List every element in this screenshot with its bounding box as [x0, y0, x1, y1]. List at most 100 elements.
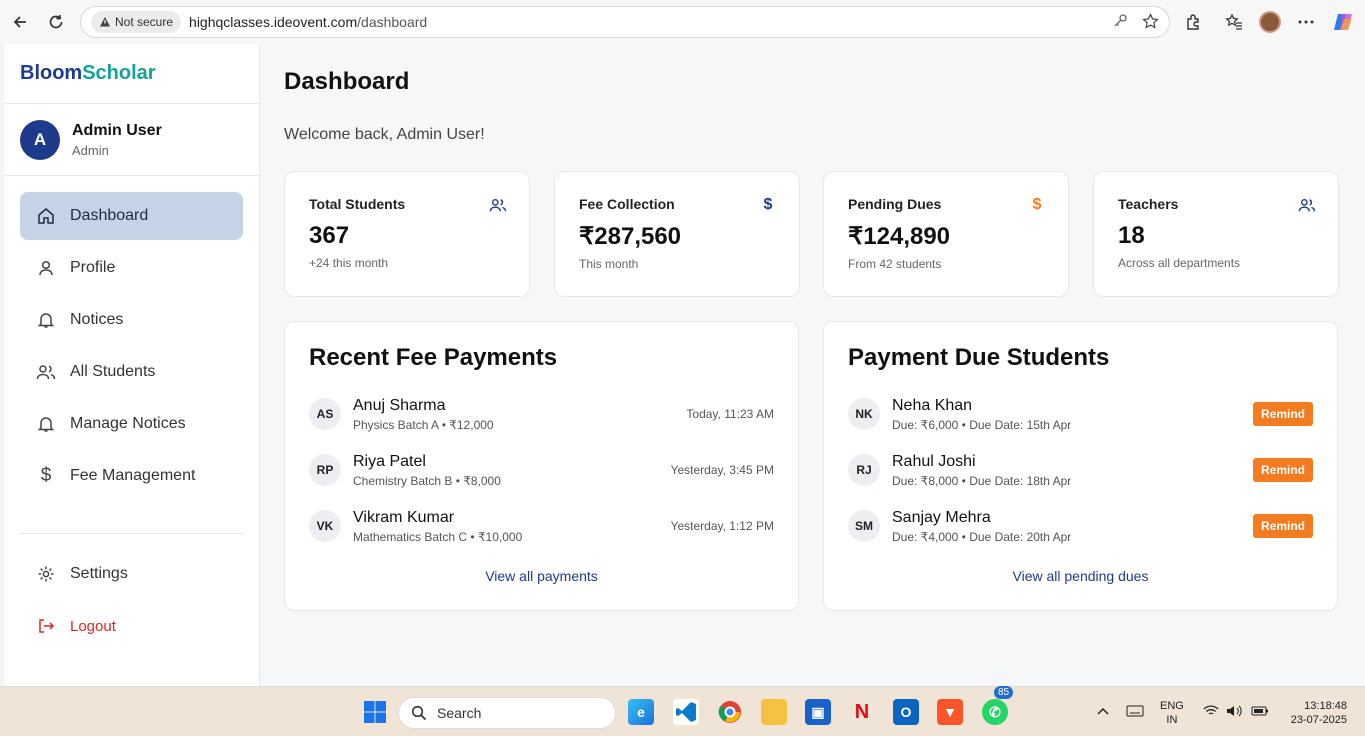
avatar: RJ — [848, 454, 880, 486]
logout-label: Logout — [70, 617, 116, 635]
outlook-icon[interactable]: O — [893, 699, 919, 725]
list-item[interactable]: AS Anuj Sharma Physics Batch A • ₹12,000 … — [309, 394, 774, 434]
logout-button[interactable]: Logout — [20, 602, 243, 650]
battery-icon[interactable] — [1251, 705, 1269, 721]
sidebar-item-fee-management[interactable]: $ Fee Management — [20, 452, 243, 500]
keyboard-icon[interactable] — [1126, 705, 1144, 721]
payment-detail: Mathematics Batch C • ₹10,000 — [353, 529, 523, 544]
clock[interactable]: 13:18:48 23-07-2025 — [1283, 699, 1347, 727]
stat-label: Fee Collection — [579, 196, 675, 212]
back-button[interactable] — [6, 8, 34, 36]
dollar-icon: $ — [1032, 196, 1042, 213]
avatar: RP — [309, 454, 341, 486]
whatsapp-icon[interactable]: ✆ — [982, 699, 1008, 725]
language-indicator[interactable]: ENG IN — [1160, 699, 1184, 727]
student-name: Anuj Sharma — [353, 396, 446, 414]
refresh-button[interactable] — [42, 8, 70, 36]
sidebar-item-profile[interactable]: Profile — [20, 244, 243, 292]
stat-card-pending-dues: Pending Dues ₹124,890 From 42 students $ — [823, 171, 1069, 297]
sidebar-item-label: All Students — [70, 363, 156, 380]
favorites-icon[interactable] — [1223, 11, 1245, 33]
start-icon[interactable] — [362, 699, 388, 725]
list-item: RJ Rahul Joshi Due: ₹8,000 • Due Date: 18… — [848, 450, 1313, 490]
avatar: VK — [309, 510, 341, 542]
stat-sub: Across all departments — [1118, 256, 1241, 270]
payment-detail: Physics Batch A • ₹12,000 — [353, 417, 494, 432]
volume-icon[interactable] — [1226, 705, 1242, 721]
sidebar-bottom-nav: Settings Logout — [20, 550, 243, 654]
main-content: Dashboard Welcome back, Admin User! Tota… — [260, 44, 1365, 686]
app-shell: Bloom Scholar A Admin User Admin Dashboar… — [4, 44, 1365, 686]
payment-time: Today, 11:23 AM — [686, 407, 774, 421]
key-icon[interactable] — [1112, 13, 1128, 35]
view-all-payments-link[interactable]: View all payments — [285, 568, 798, 584]
extensions-icon[interactable] — [1182, 11, 1204, 33]
student-name: Rahul Joshi — [892, 452, 976, 470]
payment-due-panel: Payment Due Students NK Neha Khan Due: ₹6… — [823, 321, 1338, 611]
avatar: NK — [848, 398, 880, 430]
stat-card-total-students: Total Students 367 +24 this month — [284, 171, 530, 297]
vscode-icon[interactable] — [673, 699, 699, 725]
stat-label: Teachers — [1118, 196, 1179, 212]
taskbar-search[interactable]: Search — [398, 697, 616, 729]
taskbar: Search e ▣ N O ▼ ✆ 85 ENG IN 13:18:48 23… — [0, 686, 1365, 736]
stat-value: ₹287,560 — [579, 223, 682, 250]
list-item[interactable]: VK Vikram Kumar Mathematics Batch C • ₹10… — [309, 506, 774, 546]
sidebar-item-notices[interactable]: Notices — [20, 296, 243, 344]
stat-card-teachers: Teachers 18 Across all departments — [1093, 171, 1339, 297]
panel-title: Payment Due Students — [848, 344, 1110, 371]
brand-logo[interactable]: Bloom Scholar — [4, 44, 259, 104]
student-name: Neha Khan — [892, 396, 973, 414]
star-icon[interactable] — [1142, 13, 1159, 35]
sidebar-item-all-students[interactable]: All Students — [20, 348, 243, 396]
security-indicator[interactable]: Not secure — [91, 11, 182, 33]
list-item: NK Neha Khan Due: ₹6,000 • Due Date: 15th… — [848, 394, 1313, 434]
search-placeholder: Search — [437, 705, 482, 721]
user-icon — [36, 258, 56, 278]
chevron-up-icon[interactable] — [1097, 705, 1109, 719]
stat-label: Pending Dues — [848, 196, 942, 212]
edge-icon[interactable]: e — [628, 699, 654, 725]
panel-title: Recent Fee Payments — [309, 344, 558, 371]
user-card: A Admin User Admin — [4, 104, 259, 176]
sidebar-item-label: Manage Notices — [70, 415, 186, 432]
stat-sub: +24 this month — [309, 256, 389, 270]
avatar: AS — [309, 398, 341, 430]
view-all-dues-link[interactable]: View all pending dues — [824, 568, 1337, 584]
remind-button[interactable]: Remind — [1252, 458, 1313, 482]
browser-toolbar: Not secure highqclasses.ideovent.com/das… — [0, 0, 1365, 44]
wifi-icon[interactable] — [1203, 705, 1219, 721]
chrome-icon[interactable] — [717, 699, 743, 725]
profile-avatar-icon[interactable] — [1259, 11, 1281, 33]
remind-button[interactable]: Remind — [1252, 402, 1313, 426]
recent-payments-panel: Recent Fee Payments AS Anuj Sharma Physic… — [284, 321, 799, 611]
file-explorer-icon[interactable] — [761, 699, 787, 725]
address-bar[interactable]: Not secure highqclasses.ideovent.com/das… — [80, 6, 1170, 38]
student-name: Riya Patel — [353, 452, 426, 470]
store-icon[interactable]: ▣ — [805, 699, 831, 725]
sidebar-nav: Dashboard Profile Notices All Students M… — [4, 176, 259, 500]
users-icon — [1298, 196, 1316, 214]
sidebar-item-label: Notices — [70, 311, 124, 328]
more-icon[interactable] — [1295, 11, 1317, 33]
search-icon — [411, 705, 427, 721]
sidebar-item-dashboard[interactable]: Dashboard — [20, 192, 243, 240]
whatsapp-badge: 85 — [994, 686, 1014, 699]
list-item: SM Sanjay Mehra Due: ₹4,000 • Due Date: 2… — [848, 506, 1313, 546]
sidebar: Bloom Scholar A Admin User Admin Dashboar… — [4, 44, 260, 686]
sidebar-item-label: Dashboard — [70, 207, 149, 224]
home-icon — [36, 206, 56, 226]
due-detail: Due: ₹4,000 • Due Date: 20th Apr — [892, 529, 1072, 544]
gear-icon — [36, 564, 56, 584]
stat-sub: From 42 students — [848, 257, 942, 271]
users-icon — [489, 196, 507, 214]
remind-button[interactable]: Remind — [1252, 514, 1313, 538]
logout-icon — [36, 616, 56, 636]
dollar-icon: $ — [40, 465, 52, 486]
sidebar-item-manage-notices[interactable]: Manage Notices — [20, 400, 243, 448]
netflix-icon[interactable]: N — [849, 699, 875, 725]
sidebar-item-settings[interactable]: Settings — [20, 550, 243, 598]
copilot-icon[interactable] — [1332, 11, 1354, 33]
brave-icon[interactable]: ▼ — [937, 699, 963, 725]
list-item[interactable]: RP Riya Patel Chemistry Batch B • ₹8,000 … — [309, 450, 774, 490]
